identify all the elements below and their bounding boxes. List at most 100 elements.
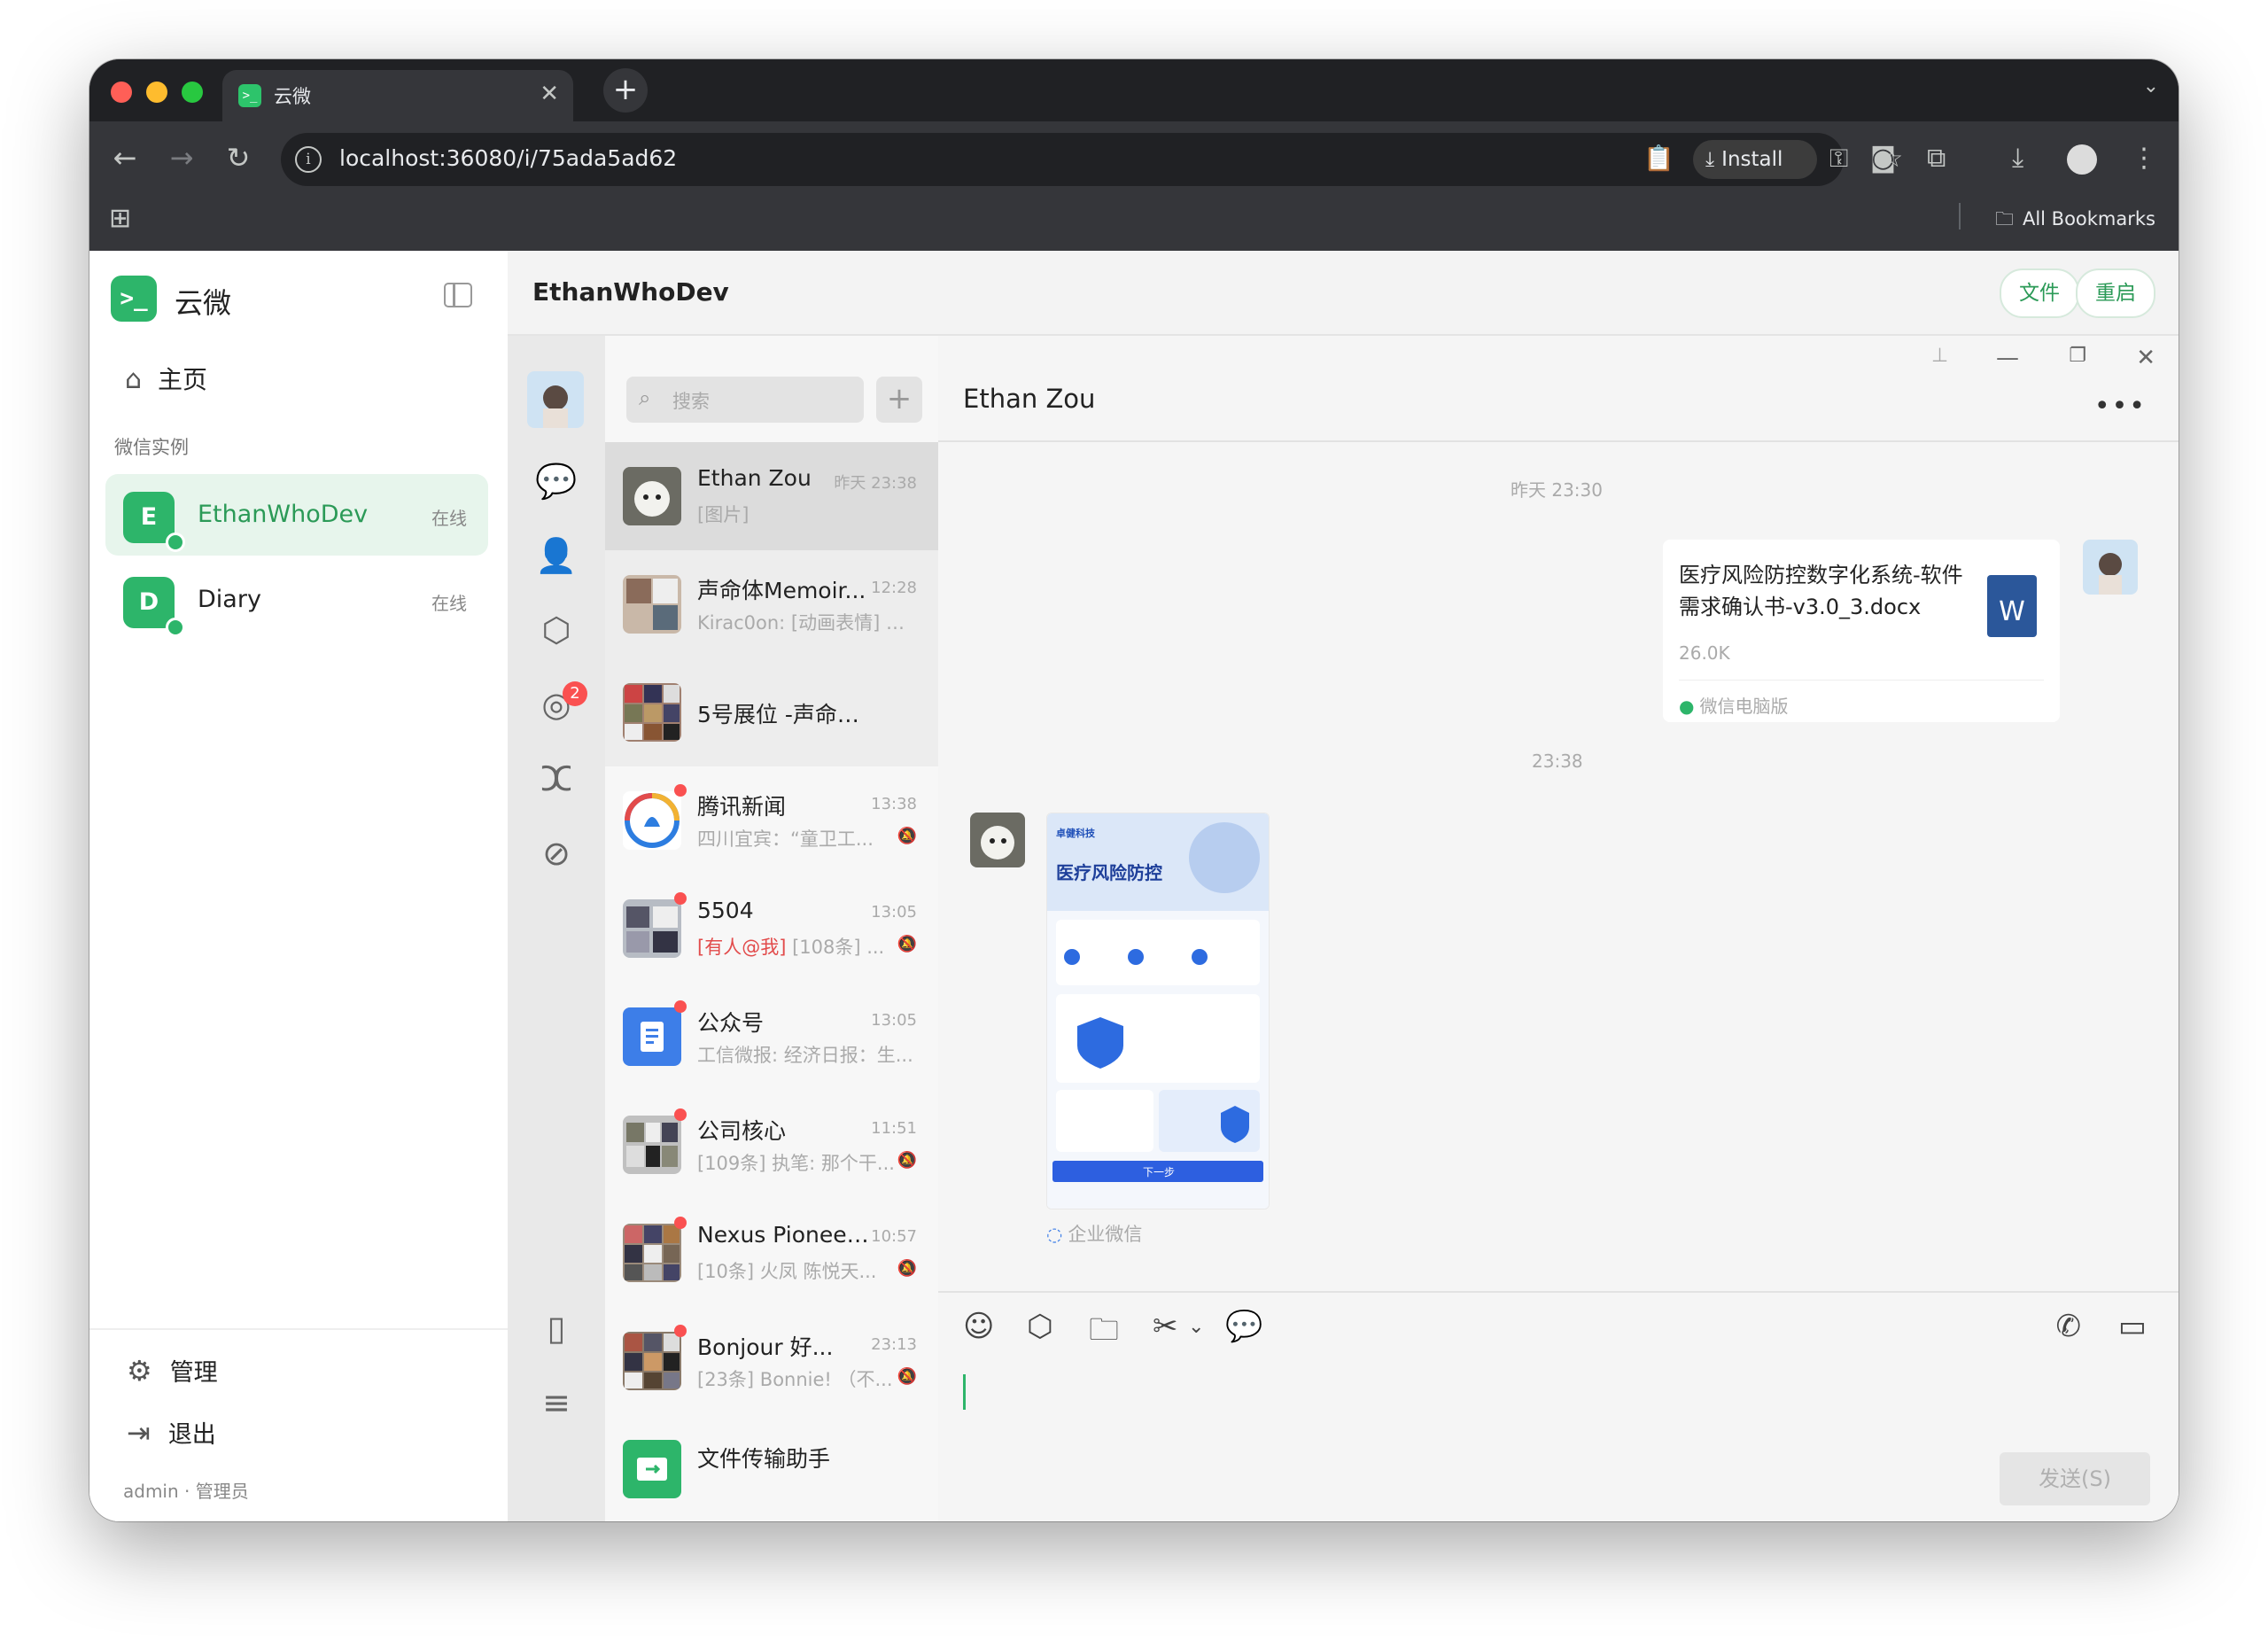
chat-icon[interactable]: 💬 [508,462,605,502]
unread-dot [674,1325,687,1337]
search-input[interactable]: ⌕ 搜索 [626,377,864,423]
image-source: ◌ 企业微信 [1046,1220,1142,1247]
mini-program-icon[interactable]: ⊘ [508,834,605,873]
image-message[interactable]: 卓健科技 医疗风险防控 下一步 [1046,813,1270,1209]
conversation-avatar [623,899,681,958]
chevron-down-icon[interactable]: ⌄ [1188,1316,1204,1338]
apps-grid-icon[interactable]: ⊞ [109,203,131,234]
conversation-preview: [23条] Bonnie! （不... [697,1369,893,1390]
browser-tab[interactable]: >_ 云微 ✕ [222,70,573,121]
conversation-avatar [623,791,681,850]
new-tab-button[interactable]: + [603,68,648,113]
reload-icon[interactable]: ↻ [221,141,256,175]
search-placeholder: 搜索 [672,391,710,412]
file-size: 26.0K [1679,642,1730,664]
composer: ☺ ⬡ 🗀 ✂ ⌄ 💬 ✆ ▭ 发送(S) [938,1291,2179,1521]
file-message[interactable]: 医疗风险防控数字化系统-软件需求确认书-v3.0_3.docx 26.0K W … [1663,540,2060,722]
box-icon[interactable]: ⬡ [1027,1309,1053,1344]
reader-mode-icon[interactable]: ◙ [1870,143,1896,174]
conversation-item[interactable]: 5504 13:05 [有人@我] [108条] ... 🔕 [605,875,938,983]
downloads-icon[interactable]: ⤓ [2012,143,2023,174]
logout-link[interactable]: ⇥ 退出 [127,1415,216,1450]
sidebar-toggle-icon[interactable] [444,283,472,307]
folder-icon[interactable]: 🗀 [1089,1309,1119,1359]
phone-icon[interactable]: ▯ [508,1309,605,1348]
voice-call-icon[interactable]: ✆ [2056,1309,2082,1344]
back-icon[interactable]: ← [107,141,143,175]
conversation-item[interactable]: 5号展位 -声命体Me... [605,658,938,766]
browser-menu-icon[interactable]: ⋮ [2131,143,2157,174]
tab-search-chevron-icon[interactable]: ⌄ [2143,75,2159,97]
conversation-avatar [623,467,681,525]
scissors-icon[interactable]: ✂ [1153,1309,1178,1344]
instance-name: Diary [198,586,261,613]
more-icon[interactable]: ••• [2094,391,2147,422]
close-icon[interactable]: ✕ [2136,345,2155,371]
maximize-window-button[interactable] [182,82,203,103]
mute-bell-icon: 🔕 [897,935,917,953]
folder-icon: 🗀 [1994,208,2014,229]
image-message-content: 卓健科技 医疗风险防控 下一步 [1047,813,1269,1209]
conversation-item[interactable]: 公司核心 11:51 [109条] 执笔: 那个干... 🔕 [605,1091,938,1199]
conversation-item[interactable]: Bonjour 好... 23:13 [23条] Bonnie! （不... 🔕 [605,1307,938,1415]
instance-status: 在线 [431,593,467,614]
install-button[interactable]: ⤓ Install [1693,140,1817,179]
manage-link[interactable]: ⚙ 管理 [127,1353,218,1388]
file-source-label: 微信电脑版 [1699,696,1789,717]
peer-message-avatar[interactable] [970,813,1025,867]
box-icon[interactable]: ⬡ [508,611,605,649]
channels-icon[interactable]: ⵋ [508,759,605,798]
profile-avatar[interactable] [2067,144,2097,175]
conversation-item[interactable]: 文件传输助手 [605,1415,938,1521]
all-bookmarks[interactable]: 🗀 All Bookmarks [1995,206,2155,237]
minimize-window-button[interactable] [146,82,167,103]
minimize-icon[interactable]: — [1996,345,2019,371]
add-button[interactable]: + [876,377,922,423]
restore-icon[interactable]: ❐ [2069,345,2086,367]
conversation-item[interactable]: Ethan Zou 昨天 23:38 [图片] [605,442,938,550]
file-button[interactable]: 文件 [2000,268,2079,318]
menu-icon[interactable]: ≡ [508,1383,605,1422]
self-avatar[interactable] [527,371,584,428]
video-call-icon[interactable]: ▭ [2118,1309,2147,1344]
forward-icon[interactable]: → [164,141,199,175]
conversation-name: 公众号 [697,1010,765,1036]
conversation-avatar [623,1440,681,1498]
conversation-name: Nexus Pioneer... [697,1222,874,1248]
file-divider [1679,680,2044,681]
self-message-avatar[interactable] [2083,540,2138,595]
contacts-icon[interactable]: 👤 [508,536,605,576]
conversation-item[interactable]: 声命体Memoir... 12:28 Kirac0on: [动画表情] 一... [605,550,938,658]
moments-icon[interactable]: ◎ [508,685,605,724]
instance-title: EthanWhoDev [532,277,729,307]
unread-dot [674,1108,687,1121]
address-bar[interactable]: i localhost:36080/i/75ada5ad62 📋 ⤓ Instal… [281,133,1903,186]
main-panel: EthanWhoDev 文件 重启 💬 👤 ⬡ ◎ 2 ⵋ ⊘ ▯ ≡ ⌕ 搜索… [508,251,2179,1521]
conversation-item[interactable]: Nexus Pioneer... 10:57 [10条] 火凤 陈悦天... 🔕 [605,1199,938,1307]
site-info-icon[interactable]: i [295,146,322,173]
url-text[interactable]: localhost:36080/i/75ada5ad62 [339,145,677,171]
conversation-preview: [109条] 执笔: 那个干... [697,1153,895,1174]
emoji-icon[interactable]: ☺ [963,1309,994,1344]
instance-item-diary[interactable]: D Diary 在线 [105,559,488,641]
tab-close-icon[interactable]: ✕ [540,81,559,107]
clipboard-icon[interactable]: 📋 [1643,144,1674,173]
send-button[interactable]: 发送(S) [2000,1452,2150,1505]
nav-home[interactable]: ⌂ 主页 [125,361,207,396]
conversation-time: 12:28 [871,579,917,597]
conversation-item[interactable]: 公众号 13:05 工信微报: 经济日报：生... [605,983,938,1091]
chat-history-icon[interactable]: 💬 [1225,1309,1262,1344]
search-icon: ⌕ [639,385,651,410]
self-avatar-image [543,385,568,428]
conversation-item[interactable]: 腾讯新闻 13:38 四川宜宾：“童卫工... 🔕 [605,766,938,875]
extensions-icon[interactable]: ⧉ [1927,143,1946,174]
wechat-pc-icon: ● [1679,696,1695,717]
restart-button[interactable]: 重启 [2076,268,2155,318]
peer-avatar-image [970,813,1025,867]
conversation-avatar [623,1332,681,1390]
password-key-icon[interactable]: ⚿ [1829,144,1848,174]
text-input-caret[interactable] [963,1374,966,1410]
pin-icon[interactable]: ⊥ [1931,345,1948,367]
close-window-button[interactable] [111,82,132,103]
instance-item-ethanwhodev[interactable]: E EthanWhoDev 在线 [105,474,488,556]
